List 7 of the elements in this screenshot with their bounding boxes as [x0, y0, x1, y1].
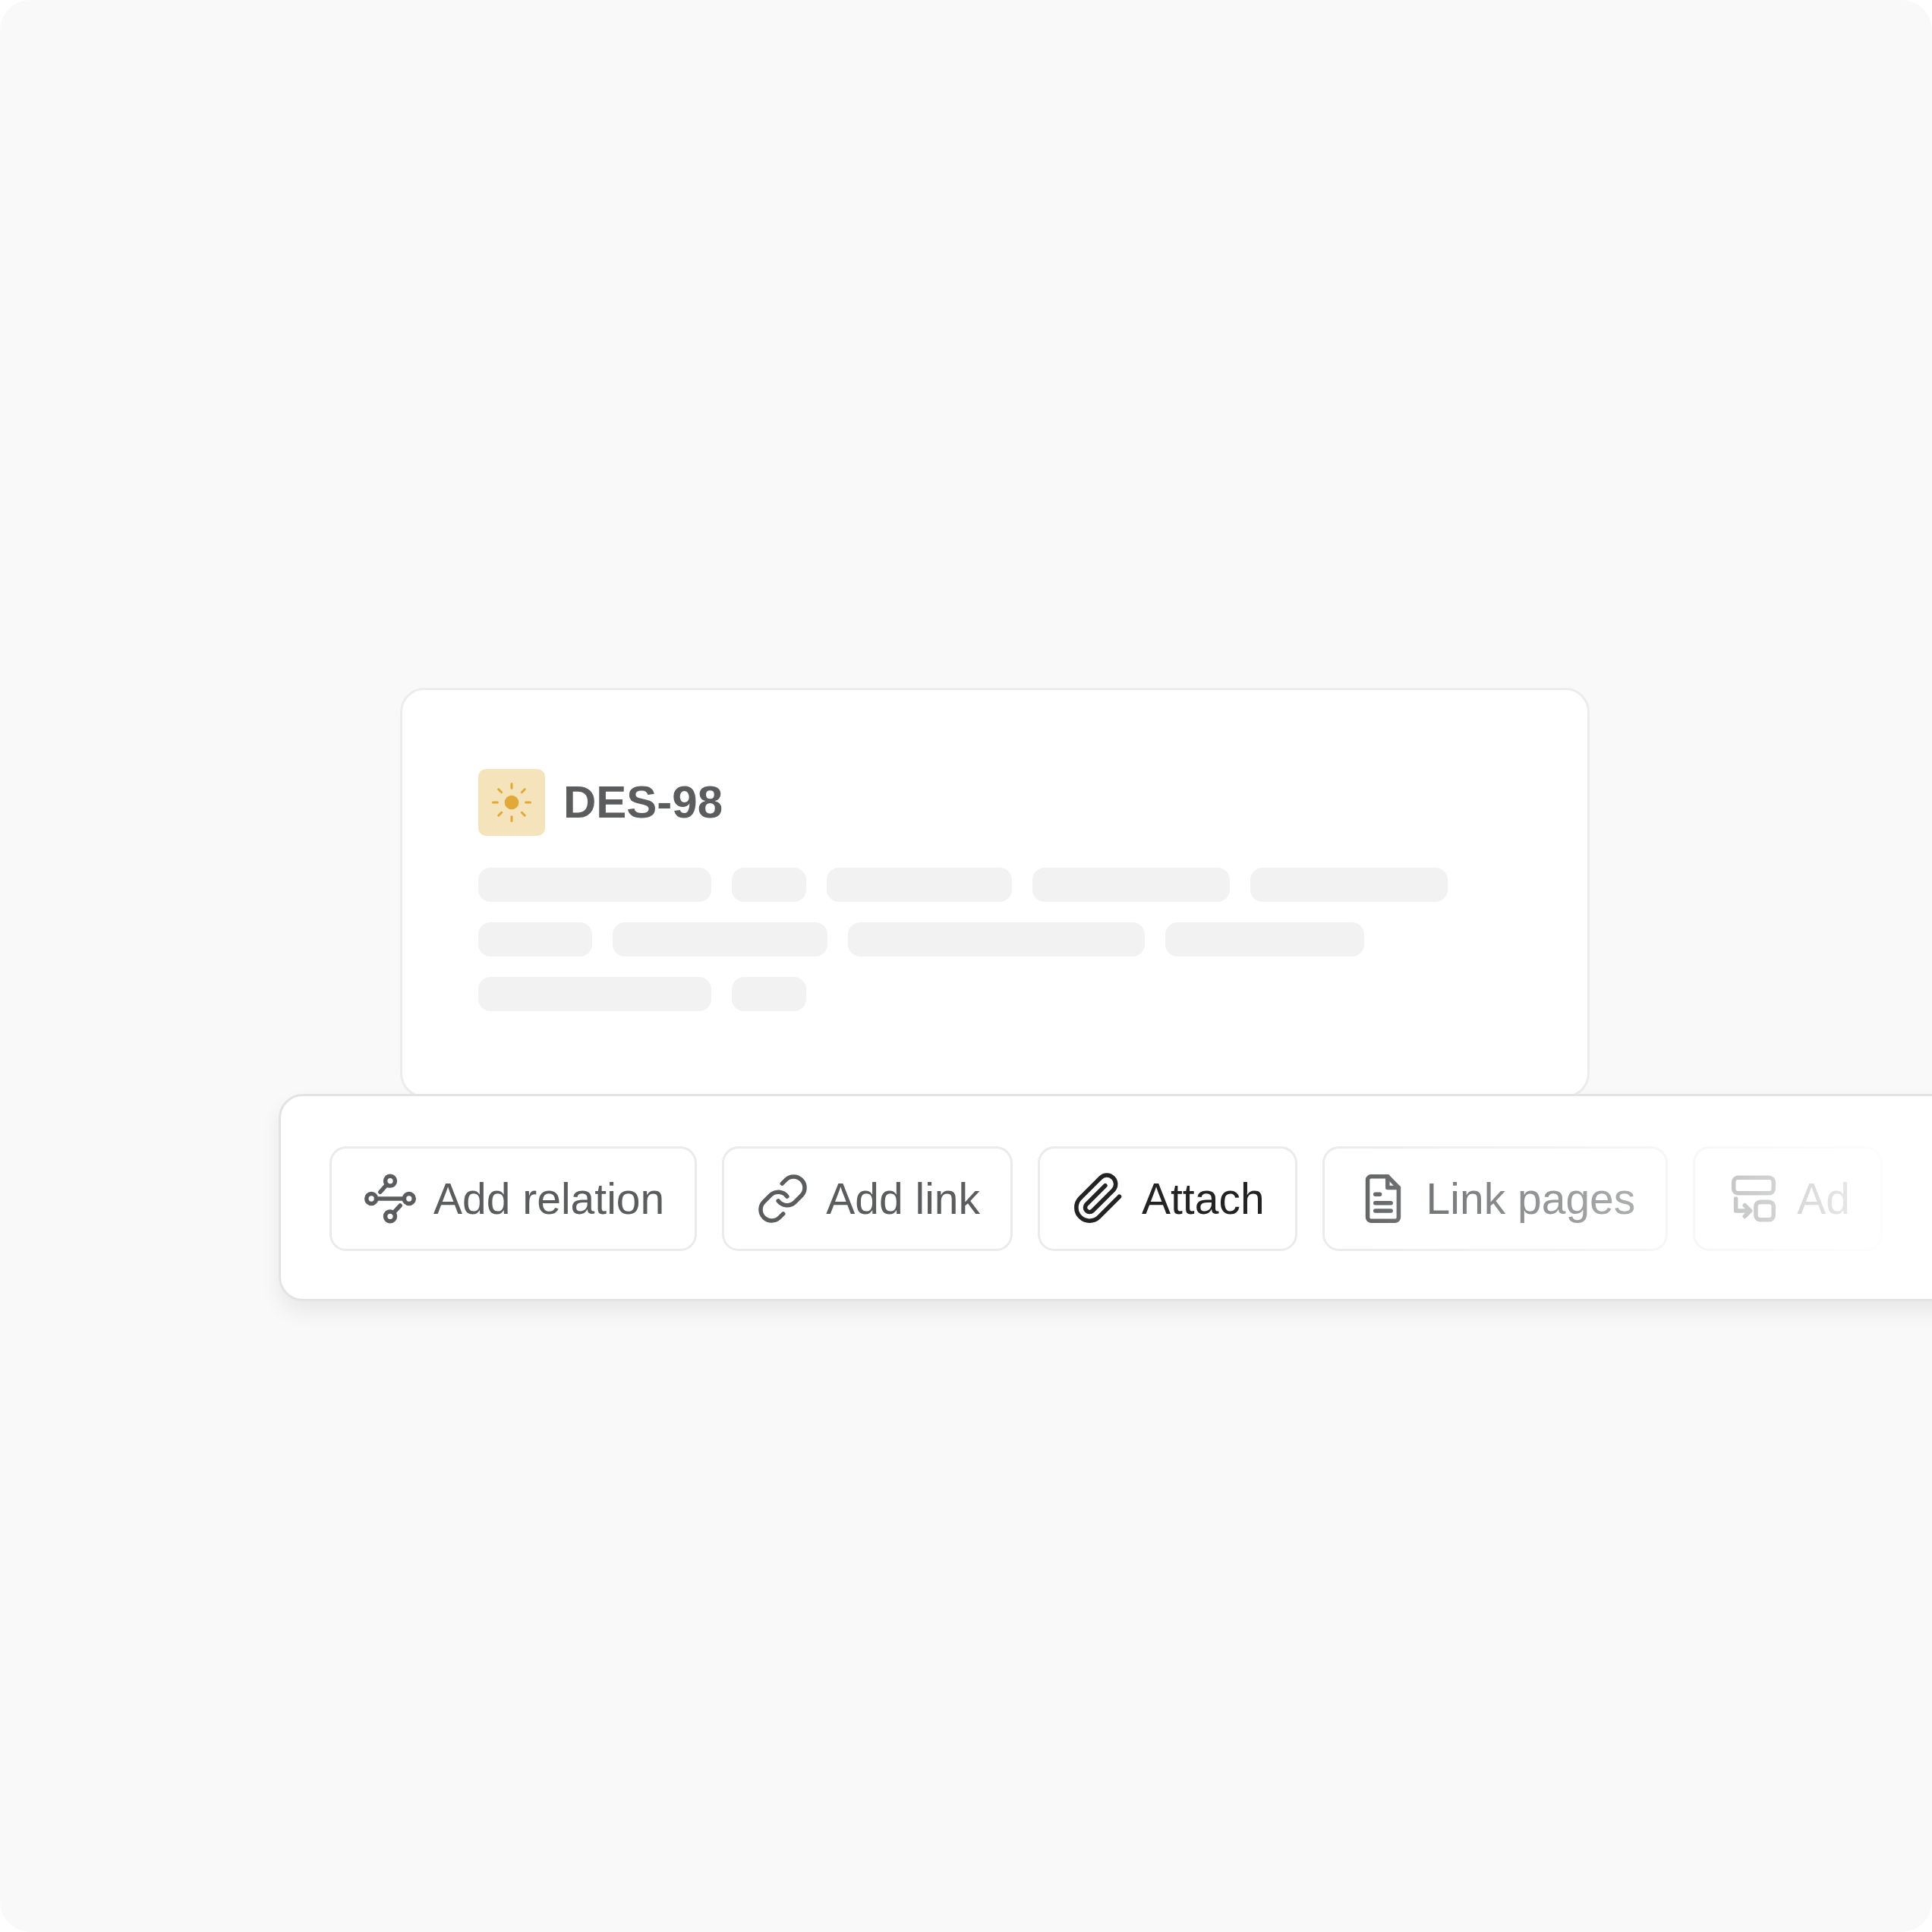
nodes-icon: [364, 1172, 417, 1225]
issue-id: DES-98: [563, 777, 723, 827]
action-button[interactable]: Add relation: [329, 1146, 698, 1251]
sun-icon: [490, 781, 533, 824]
action-button[interactable]: Add link: [722, 1146, 1013, 1251]
action-button[interactable]: Attach: [1038, 1146, 1297, 1251]
action-button[interactable]: Link pages: [1322, 1146, 1669, 1251]
